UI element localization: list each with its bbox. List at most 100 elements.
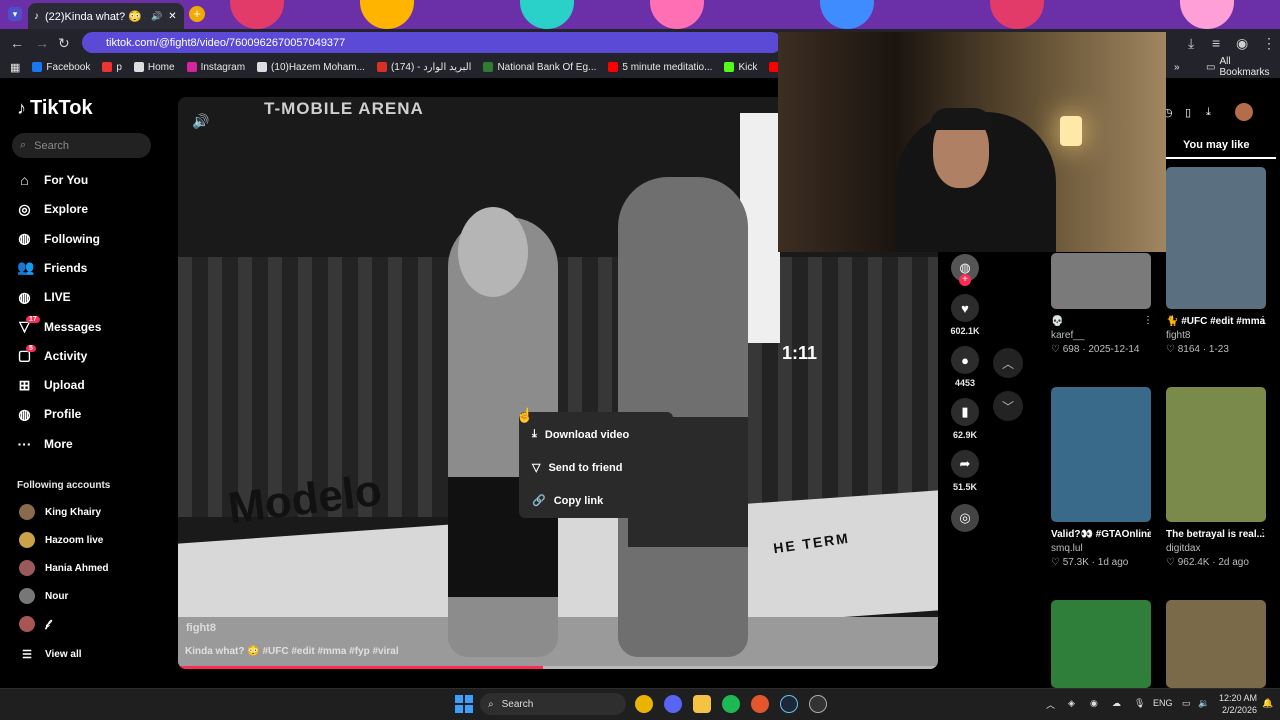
taskbar-search[interactable]: ⌕ Search xyxy=(480,693,626,715)
recommended-video-meta[interactable]: The betrayal is real... 😐 ... digitdax ♡ 9… xyxy=(1166,528,1266,570)
bookmark-item[interactable]: (174) - البريد الوارد xyxy=(376,62,471,73)
tiktok-logo[interactable]: ♪ TikTok xyxy=(17,97,93,120)
sidebar-item-more[interactable]: ··· More xyxy=(17,432,73,456)
url-input[interactable]: tiktok.com/@fight8/video/760096267005704… xyxy=(82,32,782,53)
sidebar-item-upload[interactable]: ⊞ Upload xyxy=(17,373,85,397)
close-tab-icon[interactable]: ✕ xyxy=(168,11,176,22)
all-bookmarks-button[interactable]: ▭ All Bookmarks xyxy=(1206,56,1280,78)
file-explorer-icon[interactable] xyxy=(693,695,711,713)
tab-underline xyxy=(1166,157,1276,159)
following-account[interactable]: Hazoom live xyxy=(19,531,103,549)
sidebar-item-activity[interactable]: ▢ 5 Activity xyxy=(17,344,87,368)
windows-start-icon[interactable] xyxy=(455,695,473,713)
notification-icon[interactable]: 🔔 xyxy=(1262,698,1273,709)
share-button[interactable]: ➦ 51.5K xyxy=(950,450,980,492)
following-account[interactable]: 𝓯 xyxy=(19,615,50,633)
phone-icon[interactable]: ▯ xyxy=(1185,106,1191,119)
bookmark-item[interactable]: Home xyxy=(133,62,175,73)
more-options-icon[interactable]: ⋮ xyxy=(1258,528,1268,539)
forward-icon[interactable]: → xyxy=(35,35,49,51)
copy-link-item[interactable]: 🔗 Copy link xyxy=(519,484,673,517)
music-disc[interactable]: ◎ xyxy=(950,504,980,532)
send-icon: ▽ 17 xyxy=(17,316,40,335)
browser-tab-active[interactable]: ♪ (22)Kinda what? 😳 #UFC # 🔊 ✕ xyxy=(28,3,184,29)
download-video-item[interactable]: ⤓ Download video xyxy=(519,418,673,451)
bookmarks-overflow-icon[interactable]: » xyxy=(1174,62,1180,73)
bookmark-item[interactable]: 5 minute meditatio... xyxy=(608,62,712,73)
previous-video-button[interactable]: ︿ xyxy=(993,348,1023,378)
user-avatar[interactable] xyxy=(1235,103,1253,121)
url-text: tiktok.com/@fight8/video/760096267005704… xyxy=(106,36,346,49)
sidebar-item-following[interactable]: ◍ Following xyxy=(17,227,100,251)
sidebar-item-profile[interactable]: ◍ Profile xyxy=(17,402,81,426)
sidebar-item-live[interactable]: ◍ LIVE xyxy=(17,285,70,309)
view-all-button[interactable]: ☰ View all xyxy=(19,645,81,663)
tab-search-button[interactable]: ▾ xyxy=(8,7,22,21)
recommended-video-thumbnail[interactable] xyxy=(1051,600,1151,688)
microphone-icon[interactable]: 🎙 xyxy=(1134,698,1145,709)
sidebar-item-friends[interactable]: 👥 Friends xyxy=(17,256,87,280)
tray-app-icon[interactable]: ◈ xyxy=(1068,698,1075,709)
recommended-video-meta[interactable]: 🐈 #UFC #edit #mma... fight8 ♡ 8164 · 1-23 xyxy=(1166,315,1266,357)
decoration xyxy=(520,0,574,29)
recommended-video-thumbnail[interactable] xyxy=(1051,253,1151,309)
bookmark-favicon-icon xyxy=(257,62,268,72)
network-icon[interactable]: ▭ xyxy=(1182,698,1191,709)
steam-icon[interactable] xyxy=(780,695,798,713)
bookmark-item[interactable]: National Bank Of Eg... xyxy=(483,62,596,73)
video-progress-bar[interactable] xyxy=(178,666,938,669)
bookmark-item[interactable]: Facebook xyxy=(32,62,90,73)
volume-tray-icon[interactable]: 🔉 xyxy=(1198,698,1209,709)
following-account[interactable]: King Khairy xyxy=(19,503,101,521)
media-control-icon[interactable]: ≡ xyxy=(1212,35,1220,51)
comment-button[interactable]: ● 4453 xyxy=(950,346,980,388)
recommended-video-thumbnail[interactable] xyxy=(1166,387,1266,522)
download-app-icon[interactable]: ⤓ xyxy=(1206,106,1211,119)
more-options-icon[interactable]: ⋮ xyxy=(1143,528,1153,539)
following-account[interactable]: Nour xyxy=(19,587,68,605)
language-indicator[interactable]: ENG xyxy=(1153,698,1173,708)
creator-avatar[interactable]: ◍ + xyxy=(950,254,980,286)
tray-overflow-icon[interactable]: ︿ xyxy=(1046,698,1055,711)
profile-icon[interactable]: ◉ xyxy=(1236,35,1248,52)
bookmark-item[interactable]: Instagram xyxy=(186,62,245,73)
send-to-friend-item[interactable]: ▽ Send to friend xyxy=(519,451,673,484)
app-icon[interactable] xyxy=(809,695,827,713)
you-may-like-tab[interactable]: You may like xyxy=(1183,139,1249,151)
bookmark-item[interactable]: (10)Hazem Moham... xyxy=(257,62,365,73)
new-tab-button[interactable]: + xyxy=(189,6,205,22)
bookmark-item[interactable]: p xyxy=(102,62,122,73)
recommended-video-meta[interactable]: 💀 karef__ ♡ 698 · 2025-12-14 xyxy=(1051,315,1151,357)
chrome-icon[interactable] xyxy=(635,695,653,713)
recommended-video-thumbnail[interactable] xyxy=(1166,600,1266,688)
recommended-video-thumbnail[interactable] xyxy=(1166,167,1266,309)
spotify-icon[interactable] xyxy=(722,695,740,713)
apps-icon[interactable]: ▦ xyxy=(10,61,20,74)
volume-icon[interactable]: 🔊 xyxy=(192,113,209,130)
like-button[interactable]: ♥ 602.1K xyxy=(950,294,980,336)
video-author[interactable]: fight8 · 2d ago xyxy=(186,622,259,634)
back-icon[interactable]: ← xyxy=(10,35,24,51)
menu-icon[interactable]: ⋮ xyxy=(1262,35,1276,52)
download-icon[interactable]: ⤓ xyxy=(1188,35,1194,52)
more-options-icon[interactable]: ⋮ xyxy=(1258,315,1268,326)
clock[interactable]: 12:20 AM 2/2/2026 xyxy=(1215,692,1257,716)
recommended-video-thumbnail[interactable] xyxy=(1051,387,1151,522)
more-options-icon[interactable]: ⋮ xyxy=(1143,315,1153,326)
search-input[interactable]: ⌕ Search xyxy=(12,133,151,158)
tray-discord-icon[interactable]: ◉ xyxy=(1090,698,1098,709)
next-video-button[interactable]: ﹀ xyxy=(993,391,1023,421)
tray-cloud-icon[interactable]: ☁ xyxy=(1112,698,1121,709)
bookmark-favicon-icon xyxy=(483,62,494,72)
recommended-video-meta[interactable]: Valid?👀 #GTAOnline... smq.lul ♡ 57.3K · 1d… xyxy=(1051,528,1151,570)
following-account[interactable]: Hania Ahmed xyxy=(19,559,109,577)
sidebar-item-for-you[interactable]: ⌂ For You xyxy=(17,168,88,192)
send-to-friend-label: Send to friend xyxy=(548,461,623,474)
save-button[interactable]: ▮ 62.9K xyxy=(950,398,980,440)
sidebar-item-messages[interactable]: ▽ 17 Messages xyxy=(17,315,101,339)
reload-icon[interactable]: ↻ xyxy=(58,35,70,52)
discord-icon[interactable] xyxy=(664,695,682,713)
bookmark-item[interactable]: Kick xyxy=(724,62,757,73)
brave-icon[interactable] xyxy=(751,695,769,713)
sidebar-item-explore[interactable]: ◎ Explore xyxy=(17,197,88,221)
